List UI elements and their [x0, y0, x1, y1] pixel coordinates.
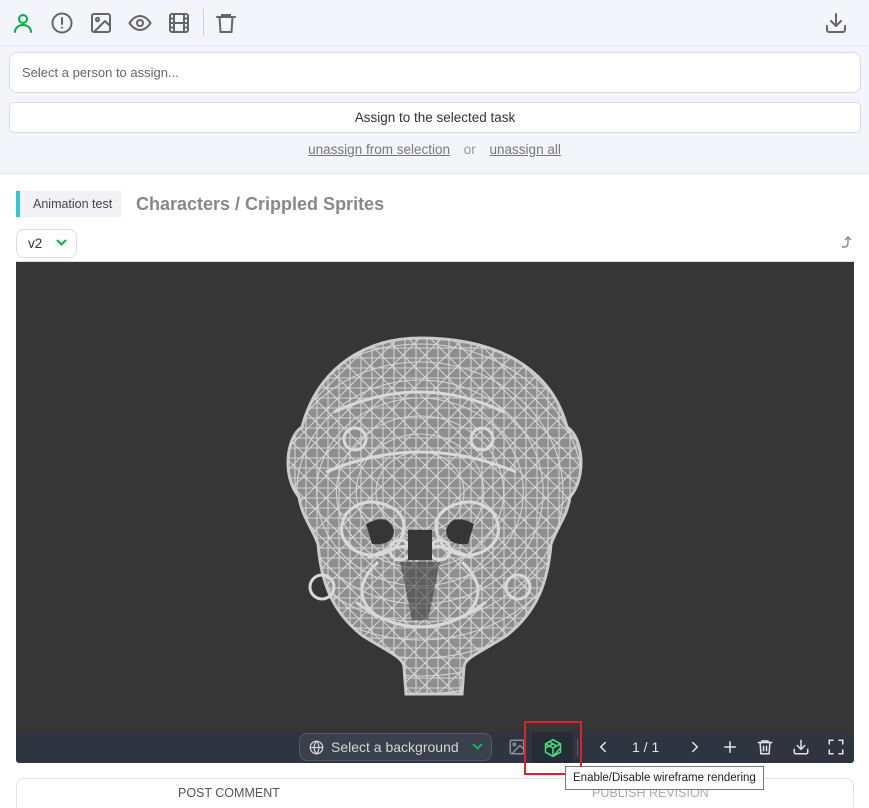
film-icon[interactable] [167, 11, 191, 35]
download-icon[interactable] [824, 11, 848, 35]
action-toolbar [0, 0, 869, 46]
person-icon[interactable] [11, 11, 35, 35]
person-search-input[interactable] [9, 52, 861, 93]
trash-icon[interactable] [214, 11, 238, 35]
toolbar-divider [203, 9, 204, 36]
model-viewer[interactable] [16, 261, 854, 732]
plus-icon[interactable] [721, 738, 739, 756]
chevron-down-icon [472, 743, 483, 751]
player-controls: Select a background 1 / 1 [16, 732, 854, 763]
eye-icon[interactable] [128, 11, 152, 35]
assign-panel: Assign to the selected task unassign fro… [0, 46, 869, 174]
globe-icon [309, 740, 324, 755]
unassign-links: unassign from selection or unassign all [0, 142, 869, 160]
revision-value: v2 [28, 236, 43, 251]
or-label: or [463, 142, 476, 157]
revision-select[interactable]: v2 [16, 229, 77, 258]
entity-title[interactable]: Characters / Crippled Sprites [136, 194, 384, 215]
chevron-left-icon[interactable] [594, 738, 612, 756]
unassign-all-link[interactable]: unassign all [490, 142, 561, 157]
background-placeholder: Select a background [331, 739, 459, 755]
download-icon[interactable] [792, 738, 810, 756]
fullscreen-icon[interactable] [827, 738, 845, 756]
trash-icon[interactable] [756, 738, 774, 756]
wireframe-model [286, 336, 583, 696]
alert-circle-icon[interactable] [50, 11, 74, 35]
image-icon[interactable] [89, 11, 113, 35]
wireframe-tooltip: Enable/Disable wireframe rendering [565, 766, 764, 790]
box-wireframe-icon [544, 738, 562, 758]
frame-counter: 1 / 1 [632, 739, 660, 755]
background-select[interactable]: Select a background [299, 733, 492, 761]
wireframe-toggle-button[interactable] [532, 732, 573, 763]
unassign-selection-link[interactable]: unassign from selection [308, 142, 450, 157]
player-divider [577, 739, 578, 756]
chevron-down-icon [56, 239, 67, 247]
tab-post-comment[interactable]: POST COMMENT [178, 786, 280, 800]
expand-icon[interactable] [841, 236, 852, 249]
image-icon[interactable] [508, 738, 526, 756]
chevron-right-icon[interactable] [686, 738, 704, 756]
assign-button[interactable]: Assign to the selected task [9, 102, 861, 133]
task-type-badge: Animation test [16, 191, 122, 217]
